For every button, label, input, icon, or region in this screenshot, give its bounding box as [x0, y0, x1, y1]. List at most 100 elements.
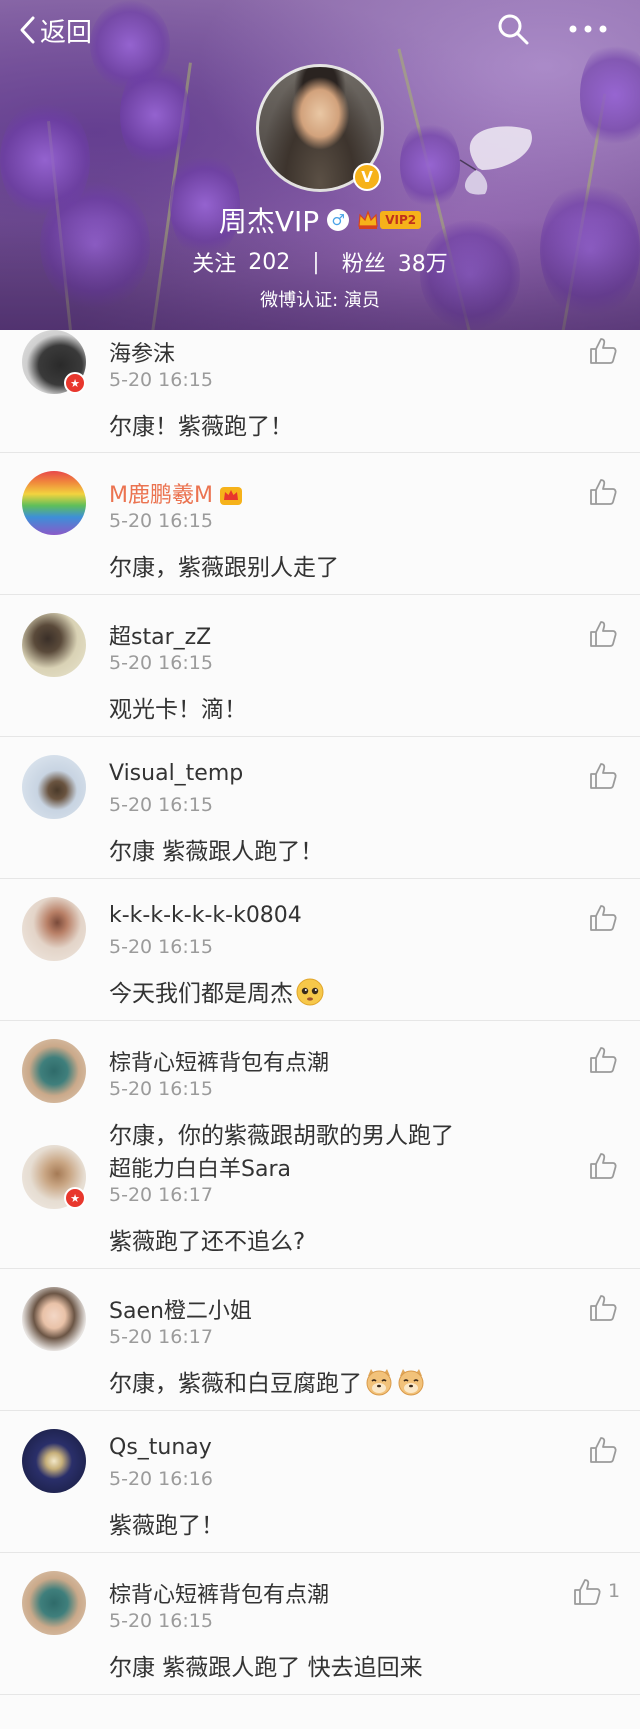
comment-item: ★ 海参沫 5-20 16:15 尔康！紫薇跑了！: [0, 330, 640, 453]
comment-text-body: 今天我们都是周杰: [109, 981, 293, 1007]
like-button[interactable]: [588, 903, 618, 933]
thumbs-up-icon: [590, 1437, 617, 1463]
more-button[interactable]: [566, 14, 610, 44]
comment-time: 5-20 16:15: [109, 1078, 213, 1100]
verified-v-icon: V: [353, 163, 381, 191]
like-count: 1: [608, 1580, 621, 1602]
commenter-name-text: M鹿鹏羲M: [109, 483, 213, 508]
followers-count: 38万: [397, 252, 448, 277]
comment-list: ★ 海参沫 5-20 16:15 尔康！紫薇跑了！ M鹿鹏羲M 5-20 16:…: [0, 330, 640, 1695]
vip-badge[interactable]: VIP2: [357, 210, 422, 230]
comment-time: 5-20 16:15: [109, 652, 213, 674]
comment-text: 紫薇跑了！: [109, 1513, 224, 1539]
like-button[interactable]: [588, 1151, 618, 1181]
thumbs-up-icon: [590, 621, 617, 647]
vip-level-tag: VIP2: [380, 211, 422, 229]
comment-text: 尔康，紫薇和白豆腐跑了: [109, 1364, 426, 1398]
butterfly-icon: [459, 126, 532, 195]
commenter-avatar[interactable]: [22, 1287, 86, 1351]
comment-item: M鹿鹏羲M 5-20 16:15 尔康，紫薇跟别人走了: [0, 453, 640, 595]
commenter-name[interactable]: 超能力白白羊Sara: [109, 1151, 291, 1183]
vip-crown-icon: [358, 210, 378, 229]
search-button[interactable]: [496, 12, 530, 46]
comment-text: 尔康，紫薇跟别人走了: [109, 555, 339, 581]
comment-item: ★ 超能力白白羊Sara 5-20 16:17 紫薇跑了还不追么?: [0, 1145, 640, 1269]
commenter-name[interactable]: 超star_zZ: [109, 619, 211, 651]
member-star-icon: ★: [64, 1187, 86, 1209]
comment-time: 5-20 16:16: [109, 1468, 213, 1490]
verification-text: 微博认证: 演员: [260, 290, 380, 311]
thumbs-up-icon: [574, 1579, 601, 1605]
thumbs-up-icon: [590, 763, 617, 789]
following-label: 关注: [192, 252, 237, 277]
member-star-icon: ★: [64, 372, 86, 394]
comment-item: k-k-k-k-k-k-k0804 5-20 16:15 今天我们都是周杰: [0, 879, 640, 1021]
comment-text: 紫薇跑了还不追么?: [109, 1229, 306, 1255]
thumbs-up-icon: [590, 479, 617, 505]
like-button[interactable]: [588, 1293, 618, 1323]
comment-time: 5-20 16:15: [109, 510, 213, 532]
comment-item: Saen橙二小姐 5-20 16:17 尔康，紫薇和白豆腐跑了: [0, 1269, 640, 1411]
commenter-avatar[interactable]: [22, 1039, 86, 1103]
comment-item: Visual_temp 5-20 16:15 尔康 紫薇跟人跑了！: [0, 737, 640, 879]
commenter-avatar[interactable]: [22, 755, 86, 819]
profile-name: 周杰VIP: [218, 205, 320, 238]
commenter-name[interactable]: k-k-k-k-k-k-k0804: [109, 903, 302, 928]
thumbs-up-icon: [590, 1153, 617, 1179]
commenter-name[interactable]: Qs_tunay: [109, 1435, 212, 1460]
comment-time: 5-20 16:15: [109, 936, 213, 958]
comment-text: 今天我们都是周杰: [109, 974, 325, 1008]
like-button[interactable]: [588, 1435, 618, 1465]
thumbs-up-icon: [590, 1295, 617, 1321]
like-button[interactable]: [588, 761, 618, 791]
comment-time: 5-20 16:15: [109, 369, 213, 391]
comment-time: 5-20 16:15: [109, 794, 213, 816]
like-button[interactable]: [588, 477, 618, 507]
following-count: 202: [248, 249, 291, 275]
profile-name-row: 周杰VIP ♂ VIP2: [0, 200, 640, 240]
pleading-face-emoji-icon: [296, 978, 324, 1006]
comment-text: 观光卡！滴！: [109, 697, 247, 723]
commenter-name[interactable]: Visual_temp: [109, 761, 243, 786]
chevron-left-icon: [20, 16, 35, 44]
commenter-name[interactable]: Saen橙二小姐: [109, 1293, 252, 1325]
comment-text-body: 尔康，紫薇和白豆腐跑了: [109, 1371, 362, 1397]
commenter-avatar[interactable]: [22, 613, 86, 677]
commenter-name[interactable]: M鹿鹏羲M: [109, 477, 243, 509]
comment-item: 超star_zZ 5-20 16:15 观光卡！滴！: [0, 595, 640, 737]
like-button[interactable]: [588, 336, 618, 366]
commenter-avatar[interactable]: [22, 1571, 86, 1635]
comment-item: 棕背心短裤背包有点潮 5-20 16:15 尔康，你的紫薇跟胡歌的男人跑了: [0, 1021, 640, 1149]
comment-time: 5-20 16:15: [109, 1610, 213, 1632]
commenter-name[interactable]: 棕背心短裤背包有点潮: [109, 1577, 329, 1609]
comment-item: Qs_tunay 5-20 16:16 紫薇跑了！: [0, 1411, 640, 1553]
following-stat[interactable]: 关注 202: [192, 246, 290, 278]
thumbs-up-icon: [590, 1047, 617, 1073]
commenter-avatar[interactable]: [22, 897, 86, 961]
weibo-comments-screen: 返回 V 周杰VIP ♂ VIP2 关注 202 | 粉丝 38万 微博认证: …: [0, 0, 640, 1729]
followers-stat[interactable]: 粉丝 38万: [342, 246, 448, 278]
member-crown-icon: [219, 487, 242, 505]
back-button[interactable]: 返回: [18, 10, 92, 50]
commenter-avatar[interactable]: [22, 471, 86, 535]
comment-text: 尔康！紫薇跑了！: [109, 414, 293, 440]
profile-stats: 关注 202 | 粉丝 38万: [0, 246, 640, 278]
thumbs-up-icon: [590, 338, 617, 364]
search-icon: [498, 14, 529, 45]
comment-item: 棕背心短裤背包有点潮 5-20 16:15 尔康 紫薇跟人跑了 快去追回来 1: [0, 1553, 640, 1695]
comment-time: 5-20 16:17: [109, 1326, 213, 1348]
doge-emoji-icon: [366, 1369, 392, 1396]
thumbs-up-icon: [590, 905, 617, 931]
male-gender-icon: ♂: [327, 209, 350, 231]
like-button[interactable]: [588, 1045, 618, 1075]
back-label: 返回: [40, 17, 93, 48]
commenter-avatar[interactable]: [22, 1429, 86, 1493]
like-button[interactable]: [572, 1577, 602, 1607]
comment-time: 5-20 16:17: [109, 1184, 213, 1206]
comment-text: 尔康 紫薇跟人跑了！: [109, 839, 324, 865]
commenter-name[interactable]: 棕背心短裤背包有点潮: [109, 1045, 329, 1077]
commenter-name[interactable]: 海参沫: [109, 336, 175, 368]
lavender-flower: [120, 60, 190, 170]
like-button[interactable]: [588, 619, 618, 649]
doge-emoji-icon: [398, 1369, 424, 1396]
